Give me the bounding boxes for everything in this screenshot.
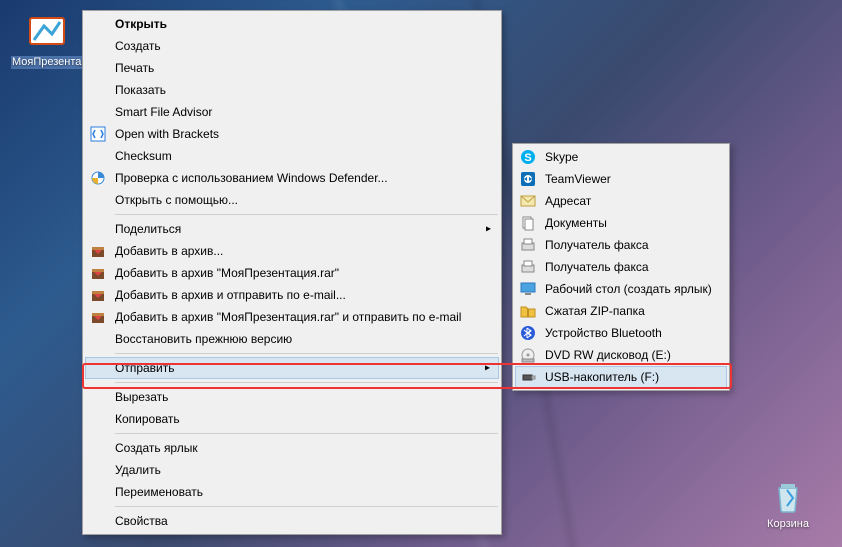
mail-icon — [519, 192, 537, 210]
submenu-fax-1[interactable]: Получатель факса — [515, 234, 727, 256]
dvd-drive-icon — [519, 346, 537, 364]
file-icon — [26, 12, 68, 54]
menu-properties[interactable]: Свойства — [85, 510, 499, 532]
fax-icon — [519, 236, 537, 254]
send-to-submenu: S Skype TeamViewer Адресат Документы Пол… — [512, 143, 730, 391]
menu-open-with-brackets[interactable]: Open with Brackets — [85, 123, 499, 145]
menu-share[interactable]: Поделиться▸ — [85, 218, 499, 240]
submenu-zip[interactable]: Сжатая ZIP-папка — [515, 300, 727, 322]
menu-show[interactable]: Показать — [85, 79, 499, 101]
submenu-teamviewer[interactable]: TeamViewer — [515, 168, 727, 190]
documents-icon — [519, 214, 537, 232]
desktop-recycle-bin[interactable]: Корзина — [752, 474, 824, 531]
menu-separator — [115, 433, 498, 434]
menu-open[interactable]: Открыть — [85, 13, 499, 35]
submenu-skype[interactable]: S Skype — [515, 146, 727, 168]
menu-print[interactable]: Печать — [85, 57, 499, 79]
skype-icon: S — [519, 148, 537, 166]
submenu-recipient[interactable]: Адресат — [515, 190, 727, 212]
menu-separator — [115, 382, 498, 383]
menu-separator — [115, 214, 498, 215]
submenu-usb[interactable]: USB-накопитель (F:) — [515, 366, 727, 388]
submenu-desktop-shortcut[interactable]: Рабочий стол (создать ярлык) — [515, 278, 727, 300]
zip-folder-icon — [519, 302, 537, 320]
menu-separator — [115, 353, 498, 354]
submenu-bluetooth[interactable]: Устройство Bluetooth — [515, 322, 727, 344]
winrar-icon — [89, 286, 107, 304]
menu-cut[interactable]: Вырезать — [85, 386, 499, 408]
menu-send-to[interactable]: Отправить▸ — [85, 357, 499, 379]
shield-defender-icon — [89, 169, 107, 187]
svg-text:S: S — [524, 152, 531, 164]
menu-add-rar[interactable]: Добавить в архив "МояПрезентация.rar" — [85, 262, 499, 284]
chevron-right-icon: ▸ — [485, 363, 490, 374]
menu-checksum[interactable]: Checksum — [85, 145, 499, 167]
menu-separator — [115, 506, 498, 507]
menu-add-archive[interactable]: Добавить в архив... — [85, 240, 499, 262]
winrar-icon — [89, 264, 107, 282]
menu-rename[interactable]: Переименовать — [85, 481, 499, 503]
context-menu: Открыть Создать Печать Показать Smart Fi… — [82, 10, 502, 535]
menu-shortcut[interactable]: Создать ярлык — [85, 437, 499, 459]
winrar-icon — [89, 308, 107, 326]
desktop-file-presentation[interactable]: МояПрезентация.pptx — [11, 12, 83, 69]
menu-open-with[interactable]: Открыть с помощью... — [85, 189, 499, 211]
recycle-icon — [767, 474, 809, 516]
fax-icon — [519, 258, 537, 276]
menu-smart-file-advisor[interactable]: Smart File Advisor — [85, 101, 499, 123]
winrar-icon — [89, 242, 107, 260]
submenu-dvd[interactable]: DVD RW дисковод (E:) — [515, 344, 727, 366]
brackets-icon — [89, 125, 107, 143]
teamviewer-icon — [519, 170, 537, 188]
menu-defender[interactable]: Проверка с использованием Windows Defend… — [85, 167, 499, 189]
chevron-right-icon: ▸ — [486, 224, 491, 235]
menu-delete[interactable]: Удалить — [85, 459, 499, 481]
recycle-label: Корзина — [766, 518, 810, 531]
bluetooth-icon — [519, 324, 537, 342]
menu-create[interactable]: Создать — [85, 35, 499, 57]
menu-restore[interactable]: Восстановить прежнюю версию — [85, 328, 499, 350]
menu-add-email[interactable]: Добавить в архив и отправить по e-mail..… — [85, 284, 499, 306]
submenu-fax-2[interactable]: Получатель факса — [515, 256, 727, 278]
submenu-documents[interactable]: Документы — [515, 212, 727, 234]
menu-add-rar-email[interactable]: Добавить в архив "МояПрезентация.rar" и … — [85, 306, 499, 328]
menu-copy[interactable]: Копировать — [85, 408, 499, 430]
desktop-icon — [519, 280, 537, 298]
usb-drive-icon — [520, 368, 538, 386]
